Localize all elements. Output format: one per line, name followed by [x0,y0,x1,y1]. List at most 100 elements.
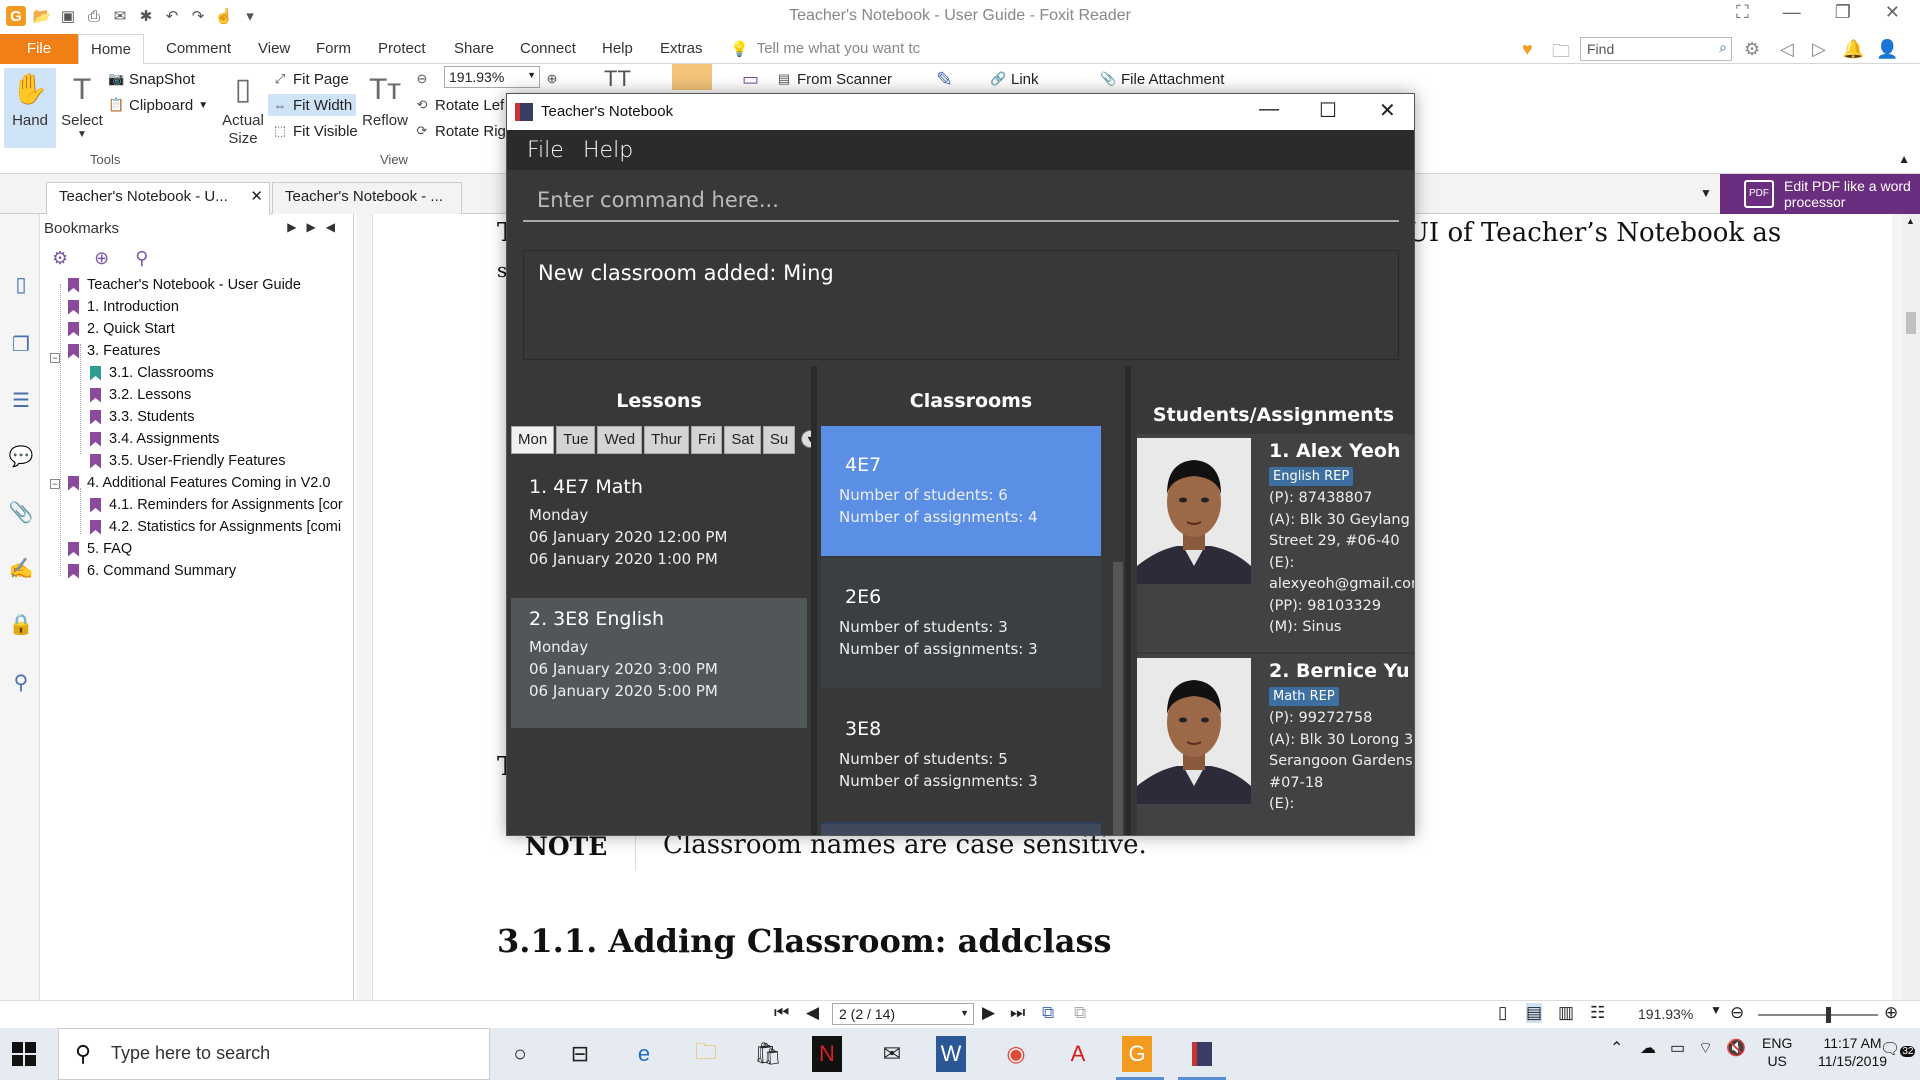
cortana-icon[interactable]: ○ [502,1036,538,1072]
single-page-icon[interactable]: ▯ [1498,1003,1507,1023]
app-maximize-button[interactable]: ☐ [1319,98,1337,123]
link-button[interactable]: 🔗 Link [990,68,1039,90]
zoom-select[interactable]: 191.93% ▼ [444,66,540,88]
tab-comment[interactable]: Comment [154,34,243,64]
add-bookmark-icon[interactable]: ⊕ [94,248,109,269]
windows-start-button[interactable] [12,1042,36,1066]
store-icon[interactable]: 🛍 [750,1036,786,1072]
mail-icon[interactable]: ✉ [874,1036,910,1072]
tab-protect[interactable]: Protect [366,34,438,64]
onedrive-icon[interactable]: ☁ [1640,1040,1656,1058]
bookmark-item[interactable]: 3.3. Students [90,406,194,428]
scroll-thumb[interactable] [1906,312,1916,334]
teachers-notebook-taskbar-icon[interactable] [1178,1036,1226,1080]
pen-sign-icon[interactable]: ✎ [936,68,953,91]
tell-me-search[interactable]: 💡 Tell me what you want tc [730,40,920,58]
layers-icon[interactable]: ☰ [8,388,34,414]
angular-icon[interactable]: A [1060,1036,1096,1072]
attachments-icon[interactable]: 📎 [8,500,34,526]
zoom-in-button[interactable]: ⊕ [544,68,560,90]
classroom-card-partial[interactable] [821,822,1101,835]
classrooms-scrollbar[interactable] [1113,562,1123,835]
zoom-out-icon[interactable]: ⊖ [1730,1003,1744,1023]
rotate-right-button[interactable]: ⟳ Rotate Rig [414,120,506,142]
select-dropdown-icon[interactable]: ▼ [56,129,108,140]
hand-tool-button[interactable]: ✋ Hand [4,68,56,148]
tab-list-dropdown-icon[interactable]: ▼ [1700,186,1712,200]
task-view-icon[interactable]: ⊟ [562,1036,598,1072]
minimize-button[interactable]: — [1783,2,1801,23]
menu-file[interactable]: File [527,138,564,163]
fit-page-button[interactable]: ⤢ Fit Page [272,68,349,90]
more-tabs-icon[interactable]: ▼ [801,430,811,448]
tab-mon[interactable]: Mon [511,426,555,454]
tab-wed[interactable]: Wed [597,426,643,454]
continuous-page-icon[interactable]: ▤ [1526,1003,1543,1023]
battery-icon[interactable]: ▭ [1670,1040,1685,1058]
student-card[interactable]: 2. Bernice Yu Math REP (P): 99272758 (A)… [1137,654,1414,835]
language-indicator[interactable]: ENG US [1762,1034,1792,1070]
user-account-icon[interactable]: 👤 [1876,39,1898,60]
app-close-button[interactable]: ✕ [1379,98,1396,123]
close-tab-icon[interactable]: ✕ [250,183,263,211]
bookmark-item[interactable]: 3. Features [68,340,160,362]
menu-help[interactable]: Help [583,138,633,163]
wifi-icon[interactable]: ⌔ [1698,1040,1713,1058]
fullscreen-icon[interactable]: ⛶ [1736,2,1749,23]
find-bookmark-icon[interactable]: ⚲ [135,248,148,269]
classroom-card[interactable]: 3E8 Number of students: 5 Number of assi… [821,690,1101,820]
fit-width-button[interactable]: ⇔ Fit Width [268,94,357,116]
bookmark-item[interactable]: 5. FAQ [68,538,132,560]
bookmark-item[interactable]: 4. Additional Features Coming in V2.0 [68,472,330,494]
collapse-panel-icon[interactable]: ◀ [326,220,345,234]
netflix-icon[interactable]: N [812,1036,842,1072]
highlight-icon[interactable] [672,64,712,90]
bookmark-item[interactable]: 4.1. Reminders for Assignments [cor [90,494,343,516]
foxit-taskbar-icon[interactable]: G [1116,1036,1164,1080]
bookmark-item[interactable]: Teacher's Notebook - User Guide [68,274,301,296]
actual-size-button[interactable]: ▯ Actual Size [218,68,268,148]
edge-browser-icon[interactable]: e [626,1036,662,1072]
edit-pdf-promo[interactable]: PDF Edit PDF like a word processor [1720,174,1920,214]
file-attachment-button[interactable]: 📎 File Attachment [1100,68,1224,90]
tab-help[interactable]: Help [590,34,645,64]
command-input[interactable]: Enter command here... [523,176,1399,222]
chrome-icon[interactable]: ◉ [998,1036,1034,1072]
create-pdf-icon[interactable]: ▭ [742,68,759,90]
lesson-card[interactable]: 2. 3E8 English Monday 06 January 2020 3:… [511,598,807,728]
show-hidden-icons[interactable]: ⌃ [1610,1040,1623,1058]
zoom-out-button[interactable]: ⊖ [414,68,430,90]
tab-sat[interactable]: Sat [724,426,761,454]
rotate-left-button[interactable]: ⟲ Rotate Lef [414,94,505,116]
bell-icon[interactable]: 🔔 [1842,39,1864,60]
bookmark-item[interactable]: 3.5. User-Friendly Features [90,450,285,472]
taskbar-search-box[interactable]: ⚲ Type here to search [58,1028,490,1080]
next-view-icon[interactable]: ⧉ [1074,1003,1086,1023]
page-number-input[interactable]: 2 (2 / 14) ▼ [832,1003,974,1025]
heart-icon[interactable]: ♥ [1522,39,1533,60]
find-input[interactable]: Find ⌕ [1580,37,1732,61]
from-scanner-button[interactable]: ▤ From Scanner [776,68,892,90]
tab-share[interactable]: Share [442,34,506,64]
tab-fri[interactable]: Fri [690,426,723,454]
zoom-dropdown-icon[interactable]: ▼ [1710,1003,1722,1017]
restore-button[interactable]: ❐ [1835,2,1851,23]
tab-tue[interactable]: Tue [556,426,596,454]
security-lock-icon[interactable]: 🔒 [8,612,34,638]
app-minimize-button[interactable]: — [1259,98,1279,121]
comments-icon[interactable]: 💬 [8,444,34,470]
page-thumbnails-icon[interactable]: ▯ [8,272,34,298]
collapse-ribbon-icon[interactable]: ▲ [1898,152,1910,166]
bookmark-item[interactable]: 3.1. Classrooms [90,362,214,384]
reflow-button[interactable]: Tт Reflow [360,68,410,148]
volume-muted-icon[interactable]: 🔇 [1726,1040,1746,1058]
classroom-card[interactable]: 4E7 Number of students: 6 Number of assi… [821,426,1101,556]
doc-tab-2[interactable]: Teacher's Notebook - ... [272,182,462,214]
zoom-slider[interactable] [1758,1007,1878,1023]
zoom-slider-knob[interactable] [1826,1007,1831,1023]
tab-sun[interactable]: Su [762,426,796,454]
classroom-card[interactable]: 2E6 Number of students: 3 Number of assi… [821,558,1101,688]
student-card[interactable]: 1. Alex Yeoh English REP (P): 87438807 (… [1137,434,1414,652]
clipboard-button[interactable]: 📋 Clipboard ▼ [108,94,208,116]
tab-view[interactable]: View [246,34,302,64]
